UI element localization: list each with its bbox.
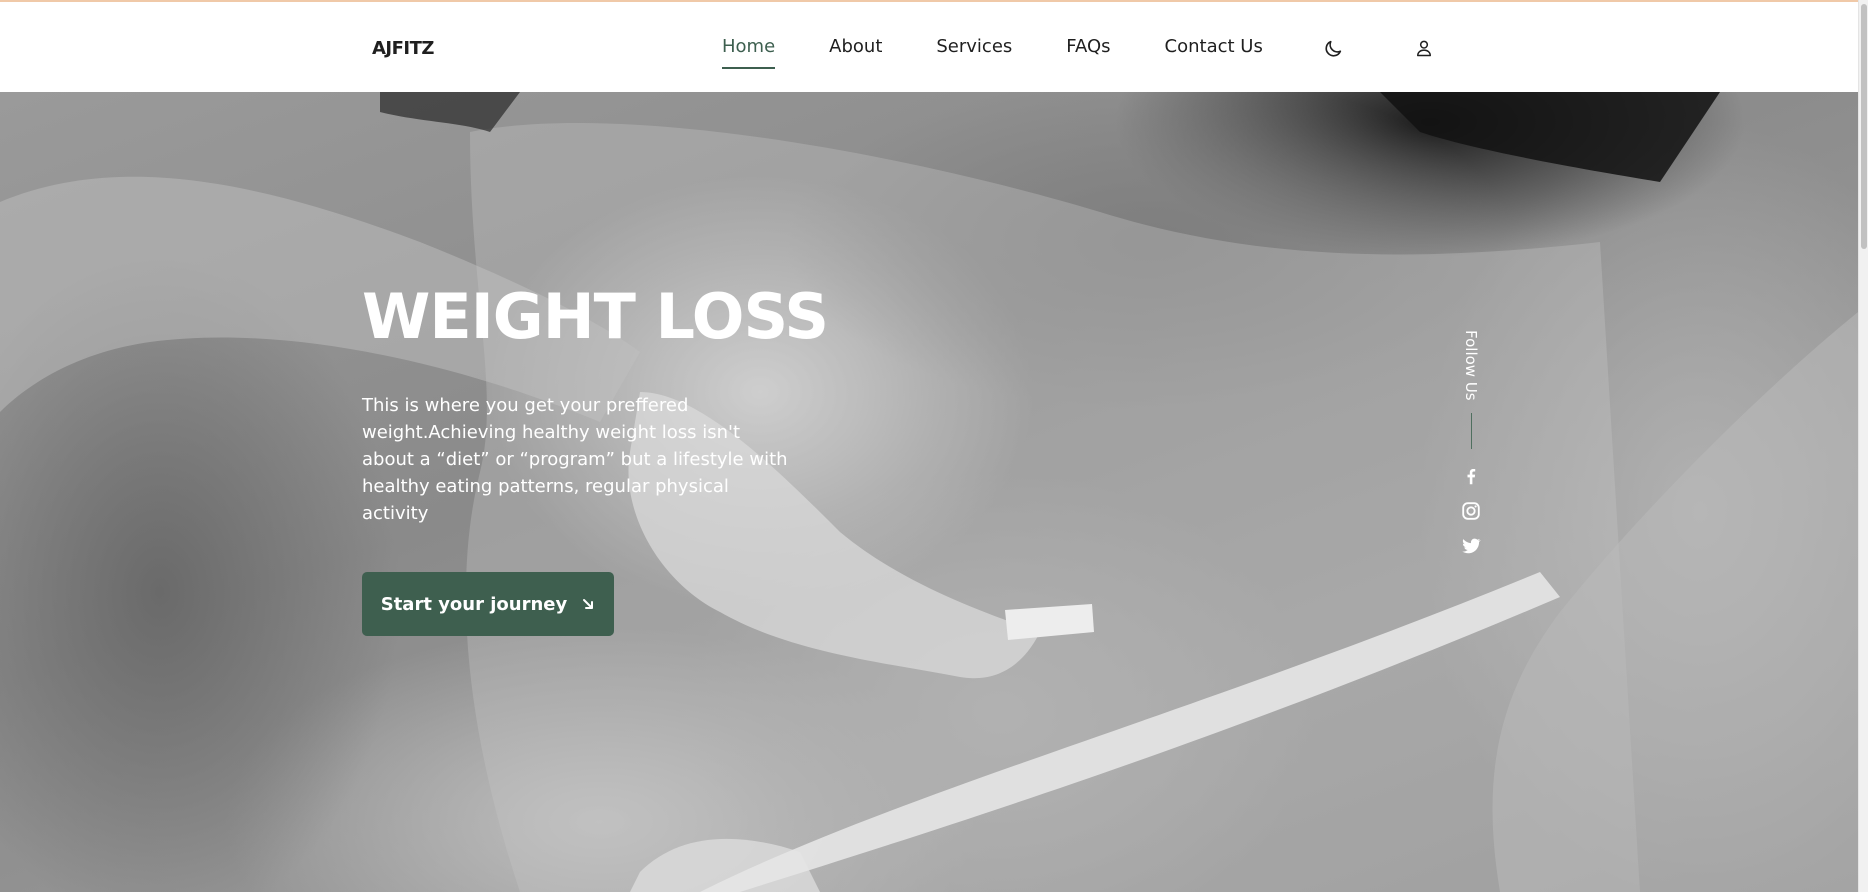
start-journey-button[interactable]: Start your journey xyxy=(362,572,614,636)
nav-item-faqs[interactable]: FAQs xyxy=(1066,36,1110,57)
page-scrollbar[interactable] xyxy=(1858,0,1868,892)
site-logo[interactable]: AJFITZ xyxy=(372,38,434,59)
nav-item-services[interactable]: Services xyxy=(936,36,1012,57)
main-nav: Home About Services FAQs Contact Us xyxy=(722,36,1317,69)
user-icon[interactable] xyxy=(1414,37,1434,59)
twitter-icon[interactable] xyxy=(1460,535,1482,557)
site-header: AJFITZ Home About Services FAQs Contact … xyxy=(0,2,1858,92)
facebook-icon[interactable] xyxy=(1460,465,1482,487)
instagram-icon[interactable] xyxy=(1460,500,1482,522)
hero-background-image xyxy=(0,92,1858,892)
follow-us-label: Follow Us xyxy=(1462,330,1480,401)
hero-description: This is where you get your preffered wei… xyxy=(362,395,788,524)
hero-title: WEIGHT LOSS xyxy=(362,280,829,353)
arrow-down-right-icon xyxy=(583,599,594,609)
follow-divider xyxy=(1470,412,1472,449)
moon-icon[interactable] xyxy=(1322,38,1344,60)
start-journey-label: Start your journey xyxy=(380,593,568,615)
nav-item-about[interactable]: About xyxy=(829,36,882,57)
nav-item-contact-us[interactable]: Contact Us xyxy=(1165,36,1263,57)
nav-item-home[interactable]: Home xyxy=(722,36,776,69)
social-follow-bar: Follow Us xyxy=(1459,330,1483,570)
scrollbar-thumb[interactable] xyxy=(1861,4,1867,249)
hero-section: WEIGHT LOSS This is where you get your p… xyxy=(0,92,1858,892)
